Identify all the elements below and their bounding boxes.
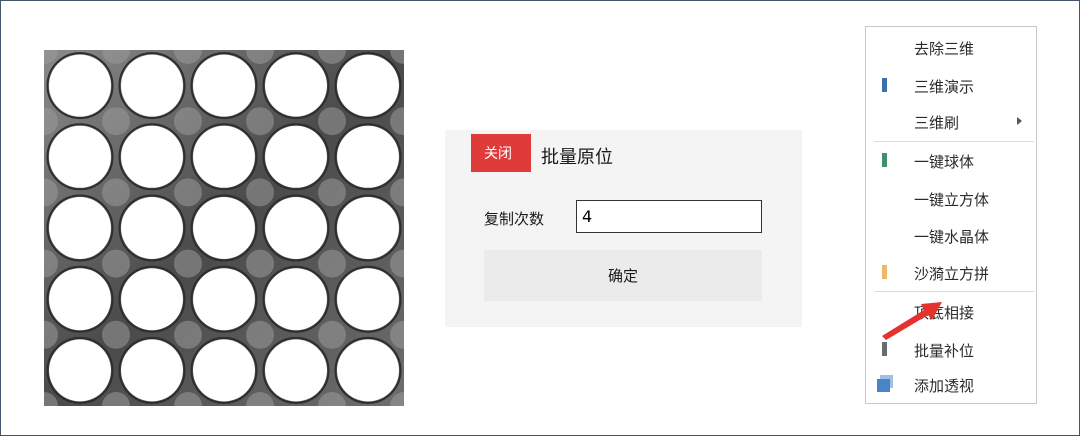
color-marker-icon bbox=[882, 78, 887, 92]
menu-item-label: 添加透视 bbox=[914, 377, 975, 395]
menu-item-label: 一键立方体 bbox=[914, 191, 990, 209]
lattice-node bbox=[102, 178, 130, 207]
menu-item-label: 批量补位 bbox=[914, 342, 975, 360]
red-pointer-arrow-icon bbox=[882, 302, 942, 340]
lattice-node bbox=[246, 107, 274, 136]
lattice-node bbox=[246, 320, 274, 349]
menu-item-label: 去除三维 bbox=[914, 40, 975, 58]
lattice-node bbox=[318, 178, 346, 207]
confirm-button[interactable]: 确定 bbox=[484, 250, 762, 301]
lattice-node bbox=[102, 320, 130, 349]
lattice-node bbox=[246, 249, 274, 278]
context-menu: 去除三维 三维演示 三维刷 一键球体 一键立方体 一键水晶体 沙漪立方拼 顶底相… bbox=[865, 26, 1037, 404]
color-marker-icon bbox=[882, 342, 887, 356]
lattice-node bbox=[174, 320, 202, 349]
lattice-node bbox=[174, 107, 202, 136]
color-marker-icon bbox=[882, 265, 887, 279]
copy-count-input[interactable] bbox=[576, 200, 762, 233]
lattice-node bbox=[246, 178, 274, 207]
lattice-node bbox=[318, 249, 346, 278]
menu-item-label: 一键水晶体 bbox=[914, 228, 990, 246]
lattice-node bbox=[318, 320, 346, 349]
lattice-node bbox=[102, 107, 130, 136]
lattice-node bbox=[318, 107, 346, 136]
lattice-node bbox=[174, 178, 202, 207]
menu-item-one-click-sphere[interactable]: 一键球体 bbox=[866, 145, 1036, 175]
lattice-preview-image bbox=[44, 50, 404, 406]
color-marker-icon bbox=[882, 153, 887, 167]
menu-separator bbox=[874, 141, 1034, 142]
menu-separator bbox=[874, 291, 1034, 292]
dialog-title: 批量原位 bbox=[541, 147, 613, 168]
close-button[interactable]: 关闭 bbox=[471, 134, 531, 172]
menu-item-label: 三维演示 bbox=[914, 78, 975, 96]
menu-item-3d-demo[interactable]: 三维演示 bbox=[866, 70, 1036, 100]
submenu-arrow-icon bbox=[1017, 117, 1022, 125]
menu-item-label: 三维刷 bbox=[914, 114, 960, 132]
menu-item-label: 沙漪立方拼 bbox=[914, 265, 990, 283]
batch-inplace-dialog: 关闭 批量原位 复制次数 确定 bbox=[445, 130, 802, 327]
menu-item-sand-cube-tile[interactable]: 沙漪立方拼 bbox=[866, 257, 1036, 287]
stacked-cubes-icon bbox=[877, 375, 893, 392]
copy-count-label: 复制次数 bbox=[484, 210, 545, 228]
menu-item-one-click-cube[interactable]: 一键立方体 bbox=[866, 183, 1036, 213]
lattice-node bbox=[102, 249, 130, 278]
menu-item-3d-brush[interactable]: 三维刷 bbox=[866, 106, 1036, 136]
lattice-node bbox=[174, 249, 202, 278]
menu-item-label: 一键球体 bbox=[914, 153, 975, 171]
menu-item-one-click-crystal[interactable]: 一键水晶体 bbox=[866, 220, 1036, 250]
menu-item-remove-3d[interactable]: 去除三维 bbox=[866, 32, 1036, 62]
menu-item-add-perspective[interactable]: 添加透视 bbox=[866, 369, 1036, 399]
